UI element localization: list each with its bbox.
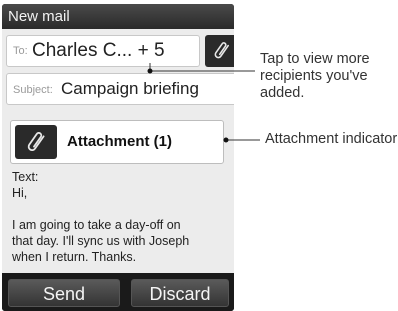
recipients-callout: Tap to view more recipients you've added… — [260, 51, 370, 101]
attachment-callout: Attachment indicator — [265, 131, 398, 147]
callout-lines — [147, 63, 260, 143]
